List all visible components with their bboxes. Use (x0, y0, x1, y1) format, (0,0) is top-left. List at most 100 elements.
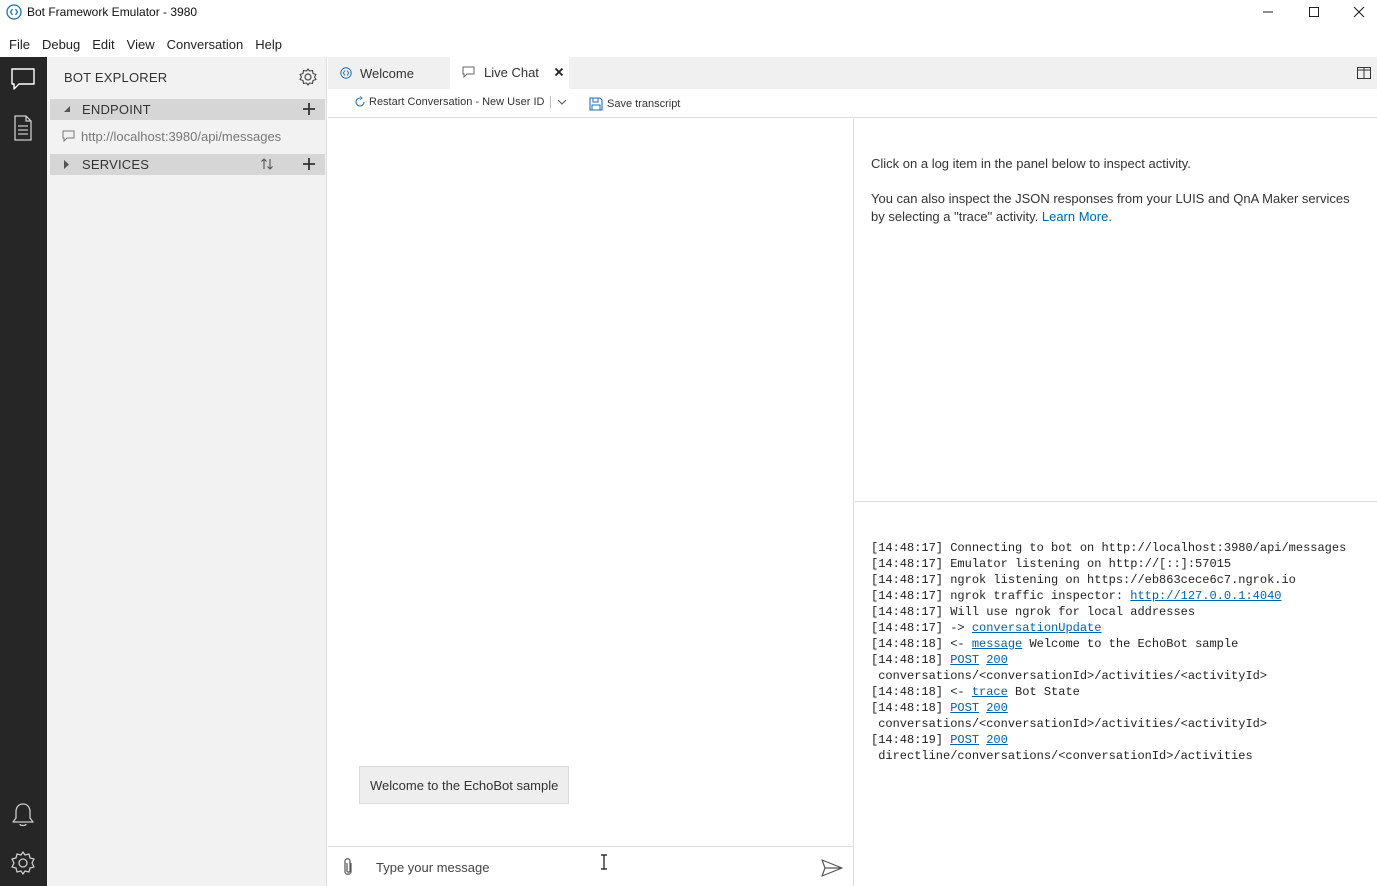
transcript-icon (14, 115, 32, 141)
log-entry: directline/conversations/<conversationId… (871, 748, 1346, 764)
chat-bubble-icon (62, 130, 75, 142)
menu-bar: File Debug Edit View Conversation Help (0, 31, 1377, 57)
bot-explorer-panel: BOT EXPLORER ENDPOINT http://localhost:3… (47, 57, 327, 886)
log-timestamp: [14:48:17] (871, 541, 944, 555)
send-icon[interactable] (821, 859, 843, 877)
sort-icon[interactable] (259, 156, 275, 172)
bot-message-bubble: Welcome to the EchoBot sample (359, 766, 570, 804)
log-entry: [14:48:17] Emulator listening on http://… (871, 556, 1346, 572)
log-text: conversations/<conversationId>/activitie… (871, 717, 1268, 731)
app-icon (6, 4, 22, 20)
gear-icon[interactable] (299, 68, 317, 86)
add-icon[interactable] (301, 156, 317, 172)
nav-rail (0, 57, 47, 886)
bell-icon (12, 803, 34, 827)
log-text: Bot State (1007, 685, 1080, 699)
log-entry: [14:48:17] ngrok listening on https://eb… (871, 572, 1346, 588)
menu-conversation[interactable]: Conversation (167, 37, 244, 52)
learn-more-link[interactable]: Learn More. (1042, 209, 1112, 224)
restart-conversation-button[interactable]: Restart Conversation - New User ID (354, 96, 567, 108)
log-timestamp: [14:48:18] (871, 685, 944, 699)
log-entry: [14:48:17] ngrok traffic inspector: http… (871, 588, 1346, 604)
log-link[interactable]: conversationUpdate (972, 621, 1102, 635)
log-text: <- (943, 637, 972, 651)
window-title: Bot Framework Emulator - 3980 (27, 5, 198, 19)
chat-icon (11, 68, 35, 90)
tab-label: Welcome (360, 65, 414, 81)
log-text: Will use ngrok for local addresses (943, 605, 1196, 619)
services-section-header[interactable]: SERVICES (50, 154, 325, 175)
log-link[interactable]: http://127.0.0.1:4040 (1130, 589, 1281, 603)
log-timestamp: [14:48:19] (871, 733, 944, 747)
collapse-arrow-icon (64, 106, 70, 112)
separator (550, 96, 552, 108)
chat-toolbar: Restart Conversation - New User ID Save … (328, 89, 1377, 118)
log-entry: [14:48:17] -> conversationUpdate (871, 620, 1346, 636)
log-text: Welcome to the EchoBot sample (1022, 637, 1239, 651)
log-text: ngrok traffic inspector: (943, 589, 1131, 603)
layout-icon[interactable] (1357, 67, 1371, 79)
tab-live-chat[interactable]: Live Chat (450, 57, 569, 89)
notifications-nav[interactable] (9, 801, 37, 829)
close-window-button[interactable] (1336, 0, 1377, 24)
endpoint-section-label: ENDPOINT (82, 102, 151, 117)
save-icon (589, 97, 603, 111)
add-icon[interactable] (301, 101, 317, 117)
message-input[interactable] (376, 856, 806, 878)
save-label: Save transcript (607, 98, 681, 110)
menu-file[interactable]: File (9, 37, 30, 52)
log-link[interactable]: 200 (986, 733, 1008, 747)
log-link[interactable]: trace (972, 685, 1008, 699)
attach-icon[interactable] (340, 857, 356, 879)
log-timestamp: [14:48:17] (871, 605, 944, 619)
log-list: [14:48:17] Connecting to bot on http://l… (871, 540, 1346, 764)
log-link[interactable]: POST (950, 733, 979, 747)
log-entry: conversations/<conversationId>/activitie… (871, 668, 1346, 684)
menu-debug[interactable]: Debug (42, 37, 80, 52)
log-link[interactable]: 200 (986, 653, 1008, 667)
tab-welcome[interactable]: Welcome (328, 57, 450, 89)
tab-strip: Welcome Live Chat (328, 57, 1377, 89)
log-text: conversations/<conversationId>/activitie… (871, 669, 1268, 683)
log-link[interactable]: POST (950, 653, 979, 667)
close-icon[interactable] (554, 67, 564, 77)
log-text: Emulator listening on http://[::]:57015 (943, 557, 1232, 571)
maximize-button[interactable] (1291, 0, 1337, 24)
save-transcript-button[interactable]: Save transcript (589, 97, 680, 111)
close-icon (1353, 6, 1365, 18)
log-link[interactable]: 200 (986, 701, 1008, 715)
inspector-info: You can also inspect the JSON responses … (871, 190, 1361, 226)
emulator-window: Bot Framework Emulator - 3980 File Debug… (0, 0, 1377, 886)
bot-explorer-nav[interactable] (9, 65, 37, 93)
resources-nav[interactable] (9, 114, 37, 142)
log-entry: [14:48:19] POST 200 (871, 732, 1346, 748)
restart-label: Restart Conversation - New User ID (369, 96, 545, 108)
log-link[interactable]: message (972, 637, 1022, 651)
explorer-title: BOT EXPLORER (64, 70, 168, 85)
endpoint-section-header[interactable]: ENDPOINT (50, 99, 325, 120)
minimize-button[interactable] (1245, 0, 1291, 24)
log-timestamp: [14:48:17] (871, 557, 944, 571)
message-input-bar (328, 846, 854, 886)
chevron-down-icon[interactable] (557, 99, 567, 106)
log-link[interactable]: POST (950, 701, 979, 715)
maximize-icon (1309, 7, 1319, 17)
log-text: ngrok listening on https://eb863cece6c7.… (943, 573, 1296, 587)
inspector-panel: Click on a log item in the panel below t… (855, 119, 1377, 502)
expand-arrow-icon (64, 160, 69, 169)
chat-bubble-icon (462, 66, 475, 78)
inspector-hint: Click on a log item in the panel below t… (871, 156, 1191, 171)
log-text: directline/conversations/<conversationId… (871, 749, 1253, 763)
menu-help[interactable]: Help (255, 37, 282, 52)
log-timestamp: [14:48:17] (871, 621, 944, 635)
text-cursor-icon (601, 854, 607, 870)
menu-view[interactable]: View (127, 37, 155, 52)
log-timestamp: [14:48:17] (871, 573, 944, 587)
log-entry: [14:48:17] Connecting to bot on http://l… (871, 540, 1346, 556)
log-timestamp: [14:48:18] (871, 701, 944, 715)
menu-edit[interactable]: Edit (92, 37, 114, 52)
chat-panel: Welcome to the EchoBot sample (328, 119, 854, 846)
log-entry: [14:48:17] Will use ngrok for local addr… (871, 604, 1346, 620)
endpoint-item[interactable]: http://localhost:3980/api/messages (62, 127, 281, 145)
settings-nav[interactable] (9, 849, 37, 877)
